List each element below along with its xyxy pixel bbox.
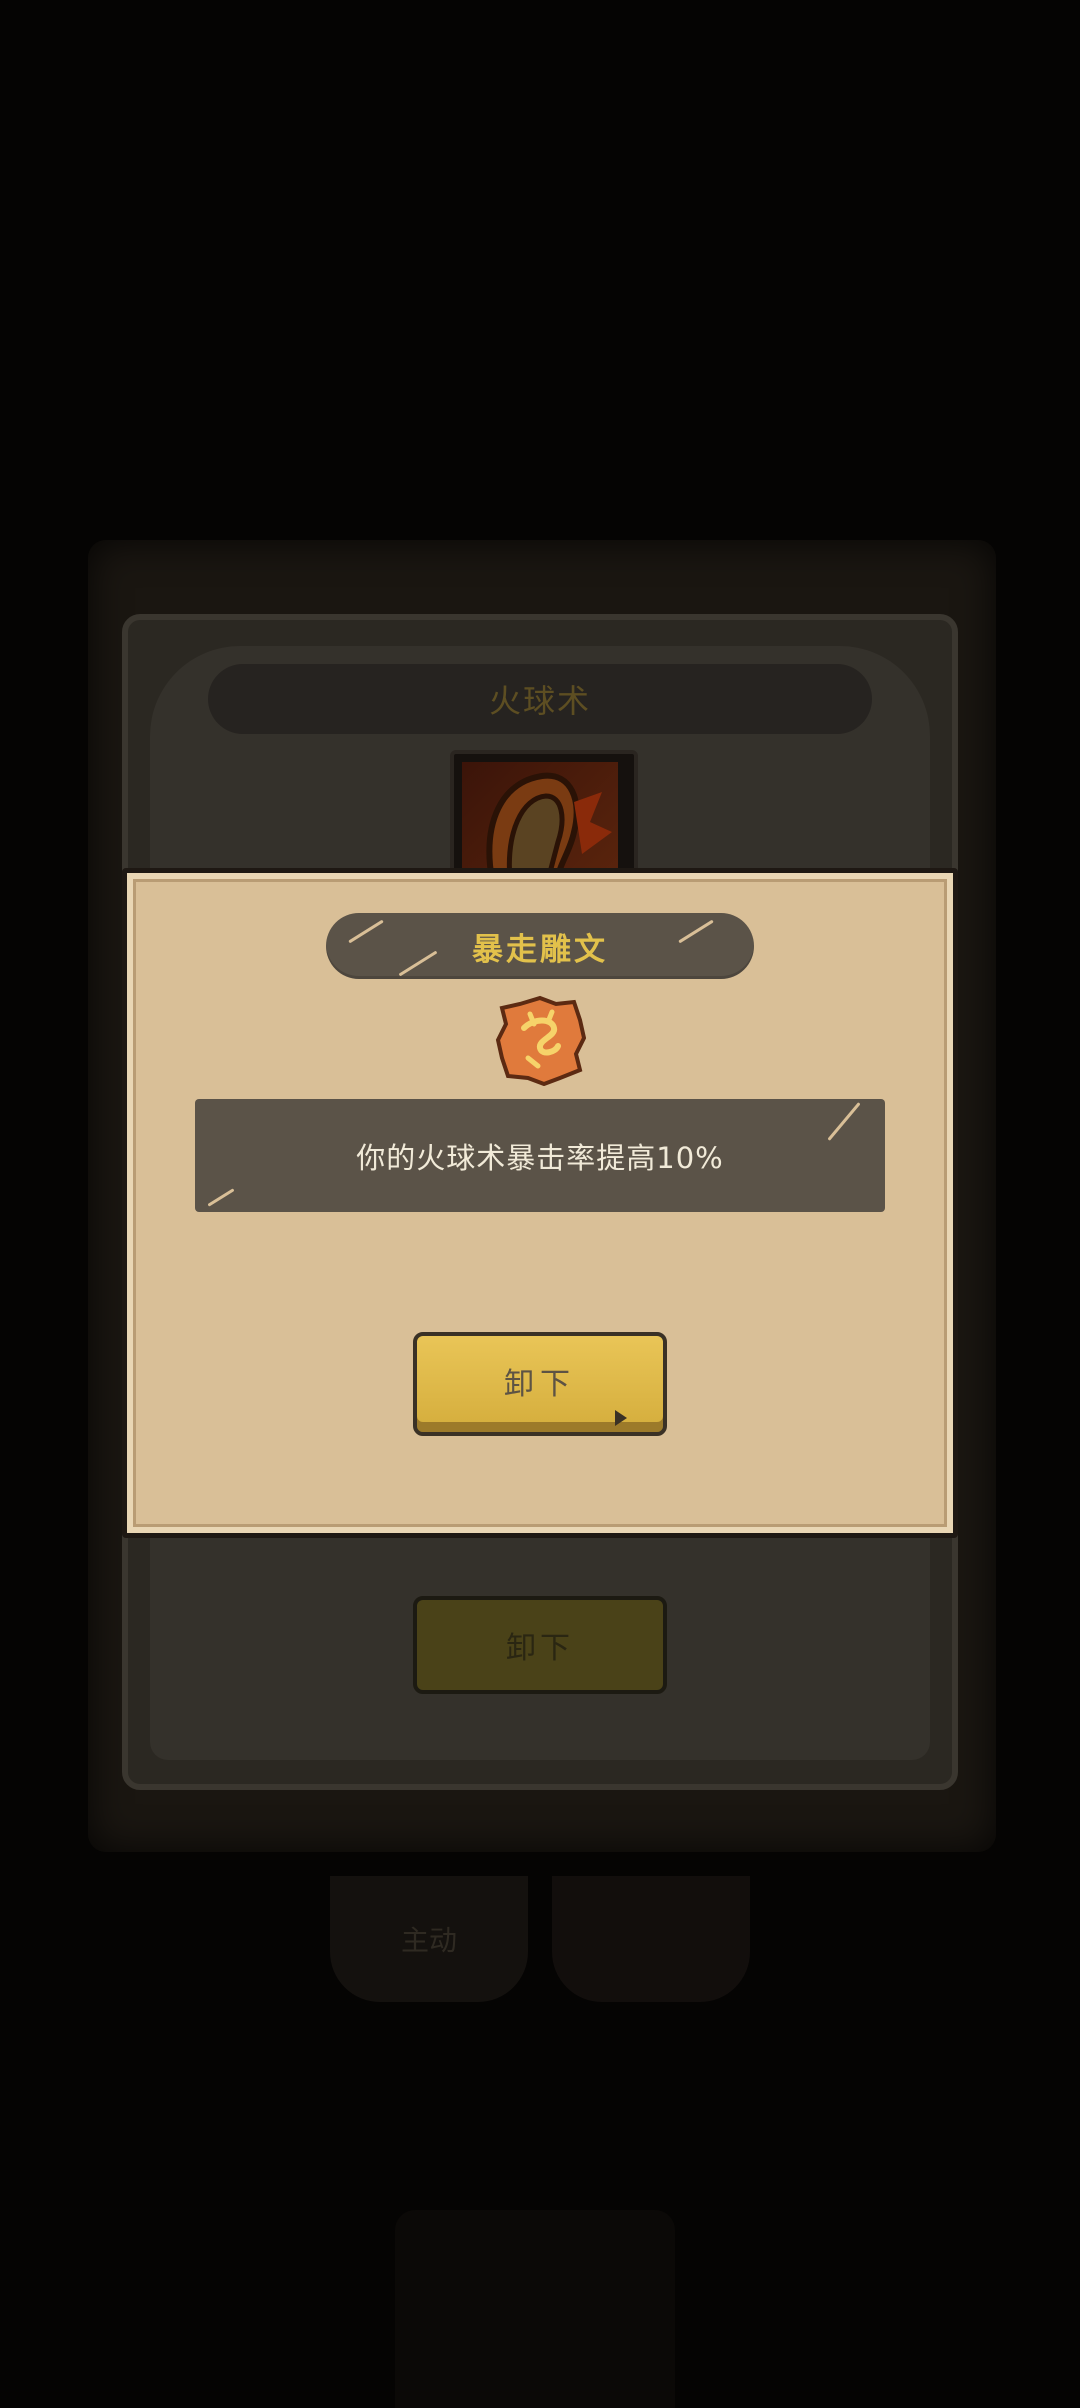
- background-tab-2: [552, 1876, 750, 2002]
- fireball-skill-icon: [462, 762, 618, 883]
- background-title-banner: 火球术: [208, 664, 872, 734]
- fire-rune-icon: [494, 994, 587, 1087]
- background-tab-active-skill: 主动: [330, 1876, 528, 2002]
- game-screen: 火球术 卸下 主动 暴走雕文 你的火球术暴击率提高10% 卸下: [0, 0, 1080, 2408]
- button-corner-decoration: [615, 1410, 627, 1426]
- dialog-title: 暴走雕文: [472, 931, 608, 968]
- background-unequip-button: 卸下: [413, 1596, 667, 1694]
- rune-description: 你的火球术暴击率提高10%: [356, 1140, 724, 1175]
- unequip-button[interactable]: 卸下: [413, 1332, 667, 1436]
- rune-description-box: 你的火球术暴击率提高10%: [195, 1099, 885, 1212]
- background-skill-title: 火球术: [488, 682, 591, 720]
- dialog-title-banner: 暴走雕文: [326, 913, 754, 979]
- background-bottom-decoration: [395, 2210, 675, 2408]
